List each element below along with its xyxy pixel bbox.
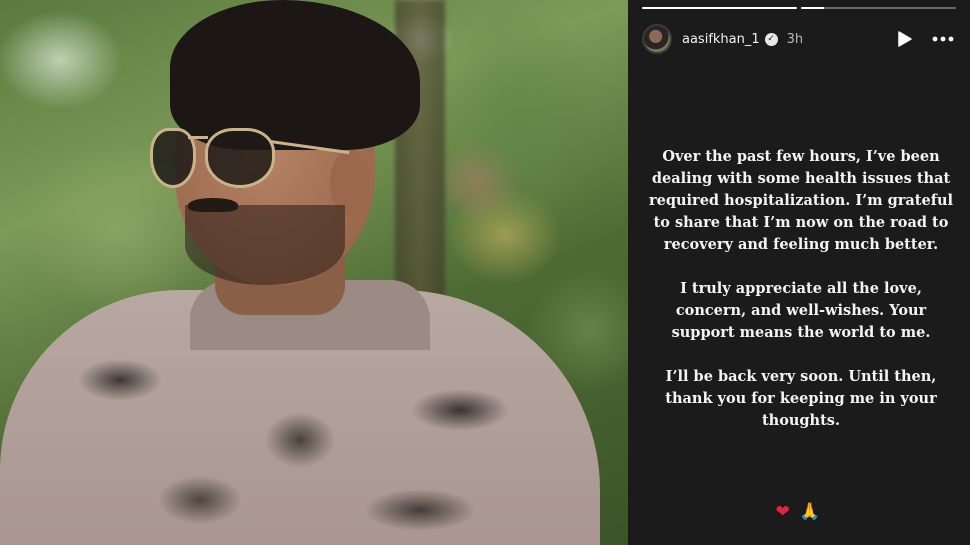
more-options-button[interactable] [928,24,958,54]
folded-hands-emoji: 🙏 [799,502,823,522]
username[interactable]: aasifkhan_1 [682,32,760,47]
story-progress [642,7,956,9]
verified-badge-icon: ✓ [764,32,778,46]
mustache [188,198,238,212]
sunglasses-lens-right [205,128,275,188]
message-paragraph: I truly appreciate all the love, concern… [671,280,931,341]
story-header: aasifkhan_1 ✓ 3h [642,22,958,56]
progress-segment [642,7,797,9]
story-emojis: ❤ 🙏 [628,502,970,522]
progress-fill [801,7,825,9]
progress-fill [642,7,797,9]
story-message: Over the past few hours, I’ve been deali… [644,146,958,454]
message-paragraph: I’ll be back very soon. Until then, than… [665,368,937,429]
message-paragraph: Over the past few hours, I’ve been deali… [649,148,953,253]
sunglasses-bridge [188,136,208,139]
more-options-icon [932,36,954,42]
play-icon [898,31,912,47]
heart-emoji: ❤ [775,502,792,522]
play-button[interactable] [890,24,920,54]
story-photo [0,0,628,545]
avatar[interactable] [642,24,672,54]
progress-segment [801,7,956,9]
story-panel: aasifkhan_1 ✓ 3h Over the past few hours… [628,0,970,545]
beard [185,205,345,285]
hair [170,0,420,150]
post-time: 3h [786,31,804,47]
